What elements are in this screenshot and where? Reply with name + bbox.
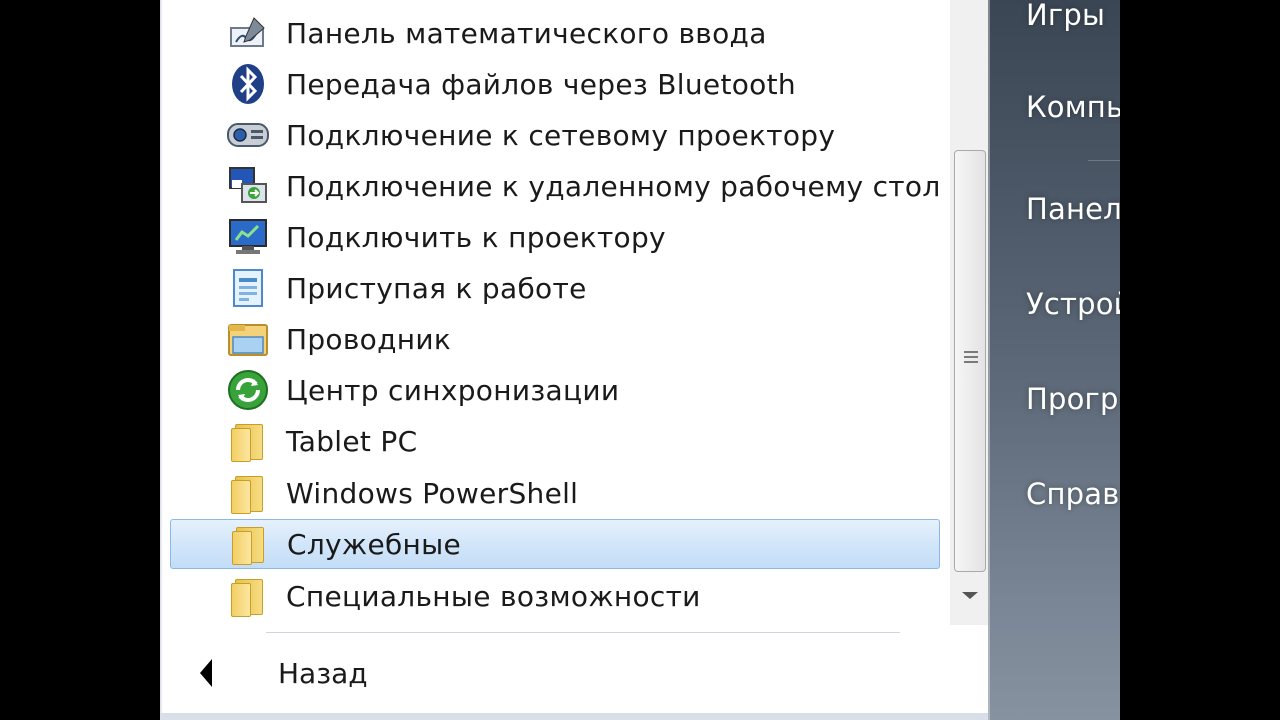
right-pane-item-computer[interactable]: Компь [1026, 90, 1120, 124]
network-projector-icon [226, 113, 270, 157]
right-pane-item-default-programs[interactable]: Прогр [1026, 382, 1119, 416]
program-item-network-projector[interactable]: Подключение к сетевому проектору [170, 110, 940, 160]
program-label: Панель математического ввода [286, 16, 767, 50]
right-pane-item-games[interactable]: Игры [1026, 0, 1105, 32]
sync-center-icon [226, 368, 270, 412]
getting-started-icon [226, 266, 270, 310]
program-list-scrollbar[interactable] [950, 0, 988, 625]
program-label: Служебные [287, 527, 462, 561]
explorer-icon [226, 317, 270, 361]
projector-icon [226, 215, 270, 259]
program-label: Windows PowerShell [286, 476, 579, 510]
folder-icon [226, 419, 270, 463]
math-input-icon [226, 11, 270, 55]
back-label: Назад [278, 657, 368, 690]
right-pane-item-control-panel[interactable]: Панел [1026, 192, 1120, 226]
program-label: Передача файлов через Bluetooth [286, 67, 796, 101]
program-item-tablet-pc[interactable]: Tablet PC [170, 416, 940, 466]
program-item-math-input[interactable]: Панель математического ввода [170, 8, 940, 58]
right-pane-item-devices[interactable]: Устрой [1026, 287, 1120, 321]
all-programs-list: Панель математического ввода Передача фа… [170, 0, 988, 625]
program-item-explorer[interactable]: Проводник [170, 314, 940, 364]
desktop-left-edge [0, 0, 160, 720]
menu-separator [266, 632, 900, 633]
program-item-bluetooth[interactable]: Передача файлов через Bluetooth [170, 59, 940, 109]
desktop-right-edge [1120, 0, 1280, 720]
program-item-remote-desktop[interactable]: Подключение к удаленному рабочему стол [170, 161, 940, 211]
program-label: Подключить к проектору [286, 220, 666, 254]
program-item-projector[interactable]: Подключить к проектору [170, 212, 940, 262]
right-pane-item-help[interactable]: Справ [1026, 477, 1119, 511]
folder-icon [226, 574, 270, 618]
program-label: Tablet PC [286, 424, 418, 458]
back-button[interactable]: Назад [160, 648, 988, 704]
program-item-ease-of-access[interactable]: Специальные возможности [170, 571, 940, 621]
program-label: Центр синхронизации [286, 373, 620, 407]
program-item-getting-started[interactable]: Приступая к работе [170, 263, 940, 313]
program-label: Подключение к удаленному рабочему стол [286, 169, 941, 203]
program-item-powershell[interactable]: Windows PowerShell [170, 468, 940, 518]
folder-icon [227, 522, 271, 566]
start-menu-right-pane: Игры Компь Панел Устрой Прогр Справ [988, 0, 1120, 720]
back-arrow-icon [200, 659, 212, 687]
remote-desktop-icon [226, 164, 270, 208]
folder-icon [226, 471, 270, 515]
bluetooth-icon [226, 62, 270, 106]
program-label: Специальные возможности [286, 579, 701, 613]
scroll-down-icon[interactable] [962, 592, 978, 599]
start-menu-programs-panel: Панель математического ввода Передача фа… [160, 0, 988, 720]
scrollbar-thumb[interactable] [954, 150, 986, 572]
program-label: Подключение к сетевому проектору [286, 118, 836, 152]
program-item-accessories[interactable]: Служебные [170, 519, 940, 569]
program-item-sync-center[interactable]: Центр синхронизации [170, 365, 940, 415]
right-pane-separator [1088, 160, 1120, 161]
program-label: Проводник [286, 322, 452, 356]
program-label: Приступая к работе [286, 271, 587, 305]
search-box-area [160, 713, 988, 720]
